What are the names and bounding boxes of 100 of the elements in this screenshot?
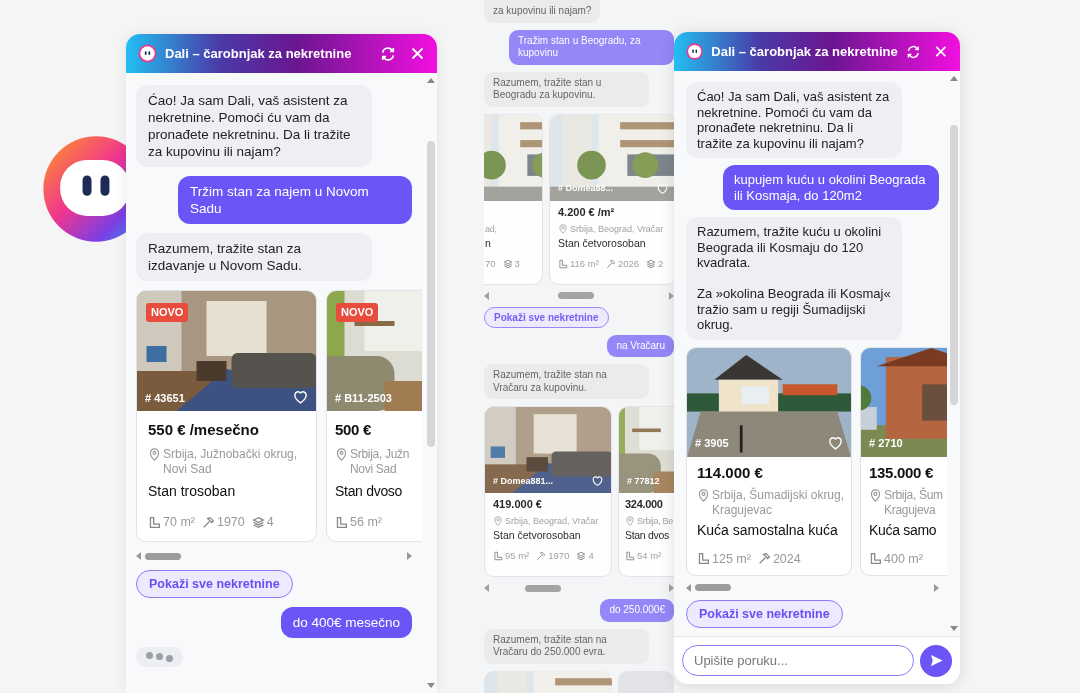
layers-icon (251, 515, 265, 529)
listing-card[interactable]: # 77812 324.000 Srbija, Be Stan dvos 54 m² (618, 406, 674, 577)
listing-card[interactable]: NOVO # 43651 550 € /mesečno Srbija, Južnobački okrug, Novi Sad Stan trosoban 70 m² 1970 4 (136, 290, 317, 542)
bot-message: Razumem, tražite stan na Vračaru za kupovinu. (484, 364, 649, 399)
feature-value: 4 (588, 550, 594, 562)
window-title: Dali – čarobnjak za nekretnine (711, 42, 898, 61)
heart-icon[interactable] (292, 388, 309, 405)
show-all-button[interactable]: Pokaži sve nekretnine (484, 306, 609, 328)
horizontal-scrollbar[interactable] (686, 582, 939, 593)
ruler-corner-icon (148, 515, 161, 529)
layers-icon (502, 258, 513, 269)
price: 4.200 € /m² (558, 205, 615, 219)
ruler-corner-icon (335, 515, 348, 529)
location-text: Srbija, Be (637, 515, 674, 527)
heart-icon[interactable] (591, 474, 604, 487)
mascot-icon (686, 42, 704, 61)
listing-id: # B11-2503 (335, 390, 392, 406)
property-title: Stan četvorosoban (493, 529, 581, 542)
location-text: Srbija, Šum Kragujeva (884, 487, 943, 518)
close-icon[interactable] (934, 44, 948, 59)
hammer-icon (536, 551, 547, 561)
listing-card[interactable]: # Domea881... 419.000 € Srbija, Beograd, Vračar Stan četvorosoban 95 m² 1970 4 (484, 406, 612, 577)
listing-id: # Domea881... (493, 474, 554, 488)
feature-value: 2024 (772, 550, 801, 567)
show-all-button[interactable]: Pokaži sve nekretnine (686, 599, 843, 628)
feature-value: 54 m² (637, 550, 662, 562)
location-pin-icon (558, 223, 568, 234)
listing-id: # 77812 (627, 474, 660, 488)
layers-icon (646, 258, 656, 269)
window-title: Dali – čarobnjak za nekretnine (165, 44, 353, 63)
listing-card[interactable]: # 3905 114.000 € Srbija, Šumadijski okrug, Kragujevac Kuća samostalna kuća 125 m² 2024 (686, 346, 852, 576)
bot-message: za kupovinu ili najam? (484, 0, 601, 23)
feature-value: 95 m² (505, 550, 530, 562)
hammer-icon (201, 515, 215, 529)
feature-value: 70 m² (163, 514, 195, 530)
listing-card[interactable]: # 2710 135.000 € Srbija, Šum Kragujeva Kuća samo 400 m² (860, 346, 947, 576)
user-message: na Vračaru (607, 334, 674, 357)
feature-value: 2 (658, 257, 664, 270)
location-pin-icon (869, 488, 882, 502)
property-title: Kuća samo (869, 520, 937, 539)
ruler-corner-icon (625, 551, 635, 561)
new-badge: NOVO (146, 303, 189, 322)
feature-value: 1970 (216, 514, 245, 530)
user-message: Tržim stan za najem u Novom Sadu (178, 176, 412, 224)
send-button[interactable] (920, 644, 952, 677)
location-pin-icon (335, 448, 348, 461)
bot-message: Razumem, tražite kuću u okolini Beograda ili Kosmaju do 120 kvadrata. Za »okolina Beograda ili Kosmaj« tražio sam u regiji Šumadijski okrug. (686, 217, 902, 340)
listing-id: # 3905 (695, 436, 729, 451)
location-text: Srbija, Šumadijski okrug, Kragujevac (712, 487, 845, 518)
user-message: do 250.000€ (600, 599, 674, 622)
location-text: Srbija, Južn Novi Sad (350, 447, 410, 477)
feature-value: 1970 (548, 550, 570, 562)
location-pin-icon (697, 488, 710, 502)
message-input[interactable]: Upišite poruku... (682, 645, 914, 676)
location-text: Srbija, Beograd, Vračar (570, 222, 664, 235)
feature-value: 116 m² (570, 257, 599, 270)
feature-value: 400 m² (884, 550, 923, 567)
price: 114.000 € (697, 462, 763, 482)
location-pin-icon (148, 448, 161, 461)
listing-card[interactable]: # Domea88... 4.200 € /m² Srbija, Beograd, Vračar Stan četvorosoban 116 m² 2026 2 (549, 113, 677, 285)
property-title: Stan trosoban (148, 482, 236, 500)
new-badge: NOVO (336, 303, 379, 322)
listing-card[interactable]: ad, n 70 3 (484, 113, 543, 285)
typing-indicator (136, 647, 183, 667)
feature-value: 4 (266, 514, 274, 530)
ruler-corner-icon (869, 552, 882, 565)
layers-icon (576, 551, 587, 561)
location-pin-icon (625, 516, 635, 526)
feature-value: 2026 (617, 257, 639, 270)
bot-message: Razumem, tražite stan na Vračaru do 250.000 evra. (484, 628, 649, 664)
property-title: Kuća samostalna kuća (697, 520, 838, 539)
bot-message: Ćao! Ja sam Dali, vaš asistent za nekretnine. Pomoći ću vam da pronađete nekretninu. Da li tražite za kupovinu ili najam? (686, 82, 902, 158)
bot-message: Razumem, tražite stan za izdavanje u Novom Sadu. (136, 233, 372, 281)
location-text: Srbija, Beograd, Vračar (505, 515, 599, 527)
bot-message: Razumem, tražite stan u Beogradu za kupovinu. (484, 71, 649, 107)
ruler-corner-icon (697, 552, 710, 565)
mascot-icon (138, 44, 157, 63)
location-text: ad, (485, 222, 497, 235)
feature-value: 125 m² (712, 550, 751, 567)
bot-message: Ćao! Ja sam Dali, vaš asistent za nekretnine. Pomoći ću vam da pronađete nekretninu. Da li tražite za kupovinu ili najam? (136, 85, 372, 167)
listing-card[interactable]: NOVO # B11-2503 500 € Srbija, Južn Novi Sad Stan dvoso 56 m² (326, 290, 422, 542)
feature-value: 70 (485, 257, 496, 270)
refresh-icon[interactable] (380, 45, 396, 62)
horizontal-scrollbar[interactable] (136, 551, 412, 561)
property-title: Stan dvos (625, 529, 669, 542)
property-title: n (485, 236, 491, 250)
user-message: do 400€ mesečno (280, 607, 412, 638)
refresh-icon[interactable] (905, 43, 921, 60)
show-all-button[interactable]: Pokaži sve nekretnine (136, 570, 293, 598)
user-message: Tražim stan u Beogradu, za kupovinu (509, 29, 674, 65)
listing-id: # 43651 (145, 390, 185, 406)
price: 500 € (335, 420, 372, 439)
price: 135.000 € (869, 462, 934, 482)
price: 550 € /mesečno (148, 420, 259, 439)
ruler-corner-icon (493, 551, 503, 561)
hammer-icon (605, 258, 616, 269)
price: 419.000 € (493, 498, 542, 511)
close-icon[interactable] (410, 46, 425, 61)
location-pin-icon (493, 516, 503, 526)
feature-value: 56 m² (350, 514, 382, 530)
